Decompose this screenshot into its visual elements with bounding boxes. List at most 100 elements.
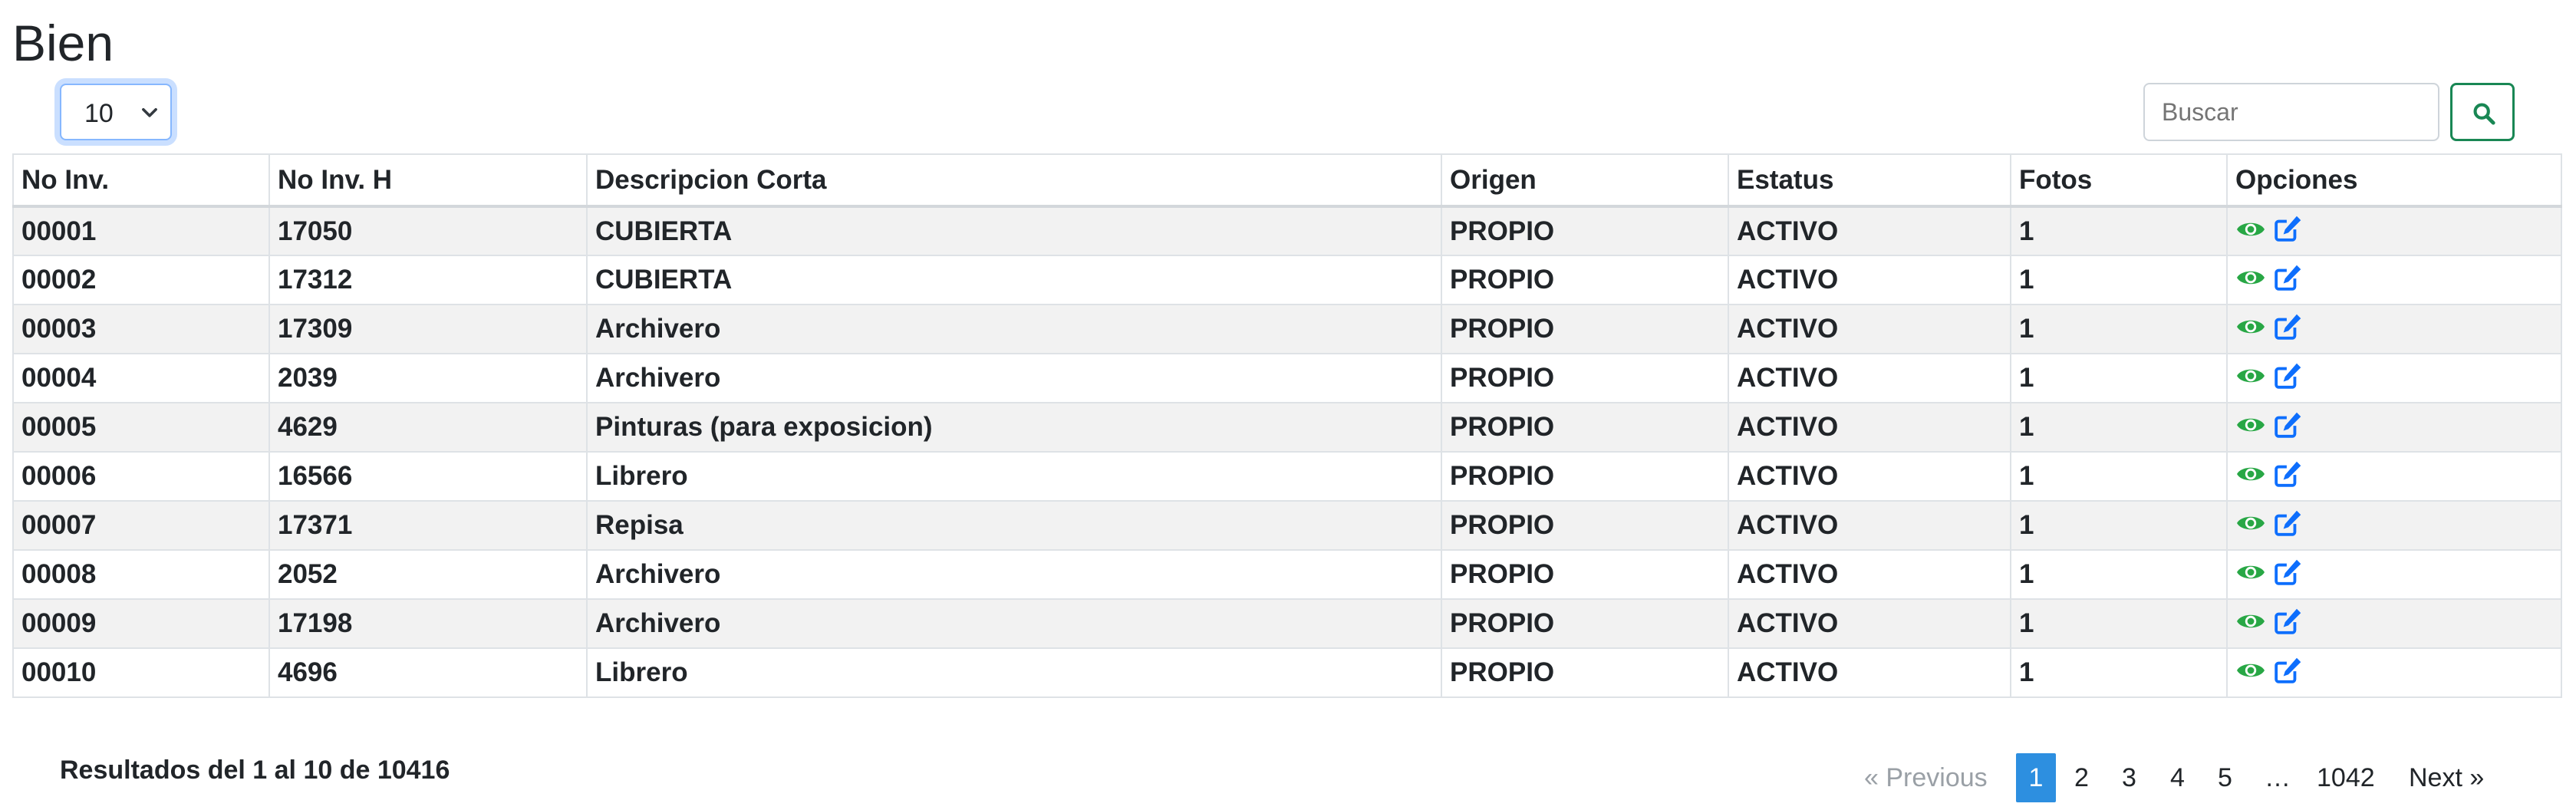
cell-no-inv-h: 16566 bbox=[268, 451, 588, 502]
column-header-estatus[interactable]: Estatus bbox=[1728, 153, 2011, 208]
page-size-select[interactable]: 10 bbox=[60, 84, 172, 140]
cell-estatus: ACTIVO bbox=[1728, 647, 2011, 698]
cell-fotos: 1 bbox=[2010, 451, 2228, 502]
cell-no-inv: 00002 bbox=[12, 255, 270, 305]
pagination-page-5[interactable]: 5 bbox=[2218, 753, 2232, 802]
eye-icon[interactable] bbox=[2235, 265, 2266, 295]
cell-opciones bbox=[2226, 500, 2562, 551]
cell-no-inv-h: 17309 bbox=[268, 304, 588, 354]
pagination-page-last[interactable]: 1042 bbox=[2317, 753, 2375, 802]
column-header-descripcion[interactable]: Descripcion Corta bbox=[586, 153, 1442, 208]
column-header-origen[interactable]: Origen bbox=[1441, 153, 1729, 208]
cell-descripcion: Archivero bbox=[586, 304, 1442, 354]
page-title: Bien bbox=[12, 15, 114, 71]
pagination-page-2[interactable]: 2 bbox=[2074, 753, 2089, 802]
table-row: 00003 17309 Archivero PROPIO ACTIVO 1 bbox=[12, 304, 2562, 354]
pagination-page-1[interactable]: 1 bbox=[2016, 753, 2056, 802]
cell-fotos: 1 bbox=[2010, 206, 2228, 256]
cell-no-inv: 00005 bbox=[12, 402, 270, 453]
cell-origen: PROPIO bbox=[1441, 549, 1729, 600]
search-icon bbox=[2473, 103, 2495, 125]
pagination-previous[interactable]: « Previous bbox=[1864, 753, 1988, 802]
data-table: No Inv. No Inv. H Descripcion Corta Orig… bbox=[12, 153, 2562, 698]
cell-descripcion: Librero bbox=[586, 647, 1442, 698]
cell-no-inv-h: 4696 bbox=[268, 647, 588, 698]
column-header-no-inv-h[interactable]: No Inv. H bbox=[268, 153, 588, 208]
cell-descripcion: Archivero bbox=[586, 353, 1442, 403]
page-size-value: 10 bbox=[84, 99, 114, 128]
cell-no-inv: 00001 bbox=[12, 206, 270, 256]
cell-origen: PROPIO bbox=[1441, 451, 1729, 502]
cell-origen: PROPIO bbox=[1441, 304, 1729, 354]
pagination: « Previous 1 2 3 4 5 … 1042 Next » bbox=[0, 753, 2576, 802]
chevron-down-icon bbox=[142, 107, 157, 117]
eye-icon[interactable] bbox=[2235, 510, 2266, 541]
cell-descripcion: Archivero bbox=[586, 549, 1442, 600]
cell-opciones bbox=[2226, 598, 2562, 649]
edit-icon[interactable] bbox=[2274, 558, 2303, 592]
cell-opciones bbox=[2226, 402, 2562, 453]
eye-icon[interactable] bbox=[2235, 608, 2266, 639]
eye-icon[interactable] bbox=[2235, 657, 2266, 688]
cell-no-inv: 00009 bbox=[12, 598, 270, 649]
cell-opciones bbox=[2226, 647, 2562, 698]
column-header-opciones: Opciones bbox=[2226, 153, 2562, 208]
cell-opciones bbox=[2226, 255, 2562, 305]
cell-descripcion: CUBIERTA bbox=[586, 206, 1442, 256]
cell-no-inv: 00008 bbox=[12, 549, 270, 600]
cell-estatus: ACTIVO bbox=[1728, 353, 2011, 403]
cell-fotos: 1 bbox=[2010, 500, 2228, 551]
pagination-next[interactable]: Next » bbox=[2409, 753, 2484, 802]
cell-fotos: 1 bbox=[2010, 304, 2228, 354]
edit-icon[interactable] bbox=[2274, 607, 2303, 641]
table-row: 00006 16566 Librero PROPIO ACTIVO 1 bbox=[12, 451, 2562, 502]
cell-origen: PROPIO bbox=[1441, 206, 1729, 256]
cell-origen: PROPIO bbox=[1441, 598, 1729, 649]
cell-estatus: ACTIVO bbox=[1728, 206, 2011, 256]
eye-icon[interactable] bbox=[2235, 461, 2266, 492]
cell-estatus: ACTIVO bbox=[1728, 500, 2011, 551]
table-row: 00008 2052 Archivero PROPIO ACTIVO 1 bbox=[12, 549, 2562, 600]
eye-icon[interactable] bbox=[2235, 314, 2266, 344]
pagination-page-3[interactable]: 3 bbox=[2122, 753, 2136, 802]
table-header-row: No Inv. No Inv. H Descripcion Corta Orig… bbox=[12, 153, 2562, 208]
cell-no-inv-h: 2052 bbox=[268, 549, 588, 600]
cell-opciones bbox=[2226, 549, 2562, 600]
cell-no-inv-h: 17050 bbox=[268, 206, 588, 256]
edit-icon[interactable] bbox=[2274, 410, 2303, 445]
edit-icon[interactable] bbox=[2274, 509, 2303, 543]
cell-origen: PROPIO bbox=[1441, 255, 1729, 305]
search-button[interactable] bbox=[2450, 83, 2515, 141]
eye-icon[interactable] bbox=[2235, 363, 2266, 393]
cell-no-inv: 00003 bbox=[12, 304, 270, 354]
cell-opciones bbox=[2226, 451, 2562, 502]
cell-no-inv: 00004 bbox=[12, 353, 270, 403]
cell-origen: PROPIO bbox=[1441, 353, 1729, 403]
search-input[interactable] bbox=[2143, 83, 2439, 141]
cell-fotos: 1 bbox=[2010, 647, 2228, 698]
eye-icon[interactable] bbox=[2235, 412, 2266, 443]
cell-estatus: ACTIVO bbox=[1728, 451, 2011, 502]
cell-no-inv: 00010 bbox=[12, 647, 270, 698]
edit-icon[interactable] bbox=[2274, 361, 2303, 396]
cell-opciones bbox=[2226, 206, 2562, 256]
pagination-page-4[interactable]: 4 bbox=[2170, 753, 2185, 802]
table-row: 00009 17198 Archivero PROPIO ACTIVO 1 bbox=[12, 598, 2562, 649]
cell-fotos: 1 bbox=[2010, 353, 2228, 403]
cell-descripcion: Librero bbox=[586, 451, 1442, 502]
eye-icon[interactable] bbox=[2235, 559, 2266, 590]
eye-icon[interactable] bbox=[2235, 216, 2266, 247]
edit-icon[interactable] bbox=[2274, 459, 2303, 494]
cell-origen: PROPIO bbox=[1441, 402, 1729, 453]
cell-estatus: ACTIVO bbox=[1728, 598, 2011, 649]
column-header-no-inv[interactable]: No Inv. bbox=[12, 153, 270, 208]
edit-icon[interactable] bbox=[2274, 656, 2303, 690]
column-header-fotos[interactable]: Fotos bbox=[2010, 153, 2228, 208]
cell-opciones bbox=[2226, 304, 2562, 354]
table-row: 00005 4629 Pinturas (para exposicion) PROPI… bbox=[12, 402, 2562, 453]
edit-icon[interactable] bbox=[2274, 312, 2303, 347]
cell-no-inv-h: 4629 bbox=[268, 402, 588, 453]
edit-icon[interactable] bbox=[2274, 263, 2303, 298]
edit-icon[interactable] bbox=[2274, 214, 2303, 249]
cell-no-inv-h: 17198 bbox=[268, 598, 588, 649]
